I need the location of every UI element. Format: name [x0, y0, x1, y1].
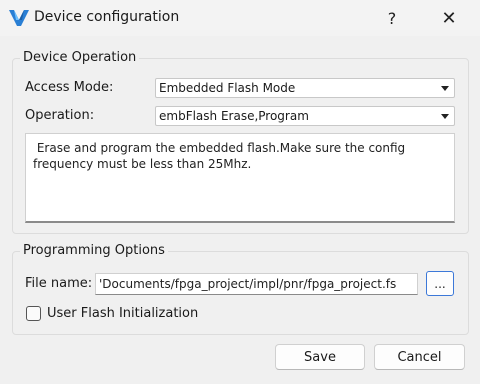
file-name-label: File name:	[25, 276, 93, 291]
operation-description: Erase and program the embedded flash.Mak…	[33, 141, 406, 171]
help-button[interactable]: ?	[369, 0, 415, 36]
programming-options-title: Programming Options	[20, 243, 168, 258]
user-flash-init-checkbox[interactable]	[26, 306, 41, 321]
operation-value: embFlash Erase,Program	[159, 109, 309, 123]
operation-select[interactable]: embFlash Erase,Program	[155, 106, 455, 126]
operation-label: Operation:	[25, 108, 95, 123]
device-operation-title: Device Operation	[20, 50, 140, 65]
save-button[interactable]: Save	[275, 344, 365, 370]
browse-file-button[interactable]: ...	[426, 271, 454, 296]
window-title: Device configuration	[34, 9, 180, 25]
title-bar: Device configuration ? ✕	[0, 0, 480, 36]
chevron-down-icon	[441, 86, 449, 91]
access-mode-label: Access Mode:	[25, 80, 114, 95]
file-name-input[interactable]: 'Documents/fpga_project/impl/pnr/fpga_pr…	[95, 273, 418, 295]
gowin-logo-icon	[9, 10, 29, 26]
close-button[interactable]: ✕	[426, 0, 472, 36]
access-mode-value: Embedded Flash Mode	[159, 81, 296, 95]
cancel-button[interactable]: Cancel	[374, 344, 465, 370]
access-mode-select[interactable]: Embedded Flash Mode	[155, 78, 455, 98]
operation-description-box[interactable]: Erase and program the embedded flash.Mak…	[25, 133, 455, 223]
user-flash-init-label[interactable]: User Flash Initialization	[47, 306, 198, 321]
file-name-value: 'Documents/fpga_project/impl/pnr/fpga_pr…	[99, 277, 397, 291]
chevron-down-icon	[441, 114, 449, 119]
